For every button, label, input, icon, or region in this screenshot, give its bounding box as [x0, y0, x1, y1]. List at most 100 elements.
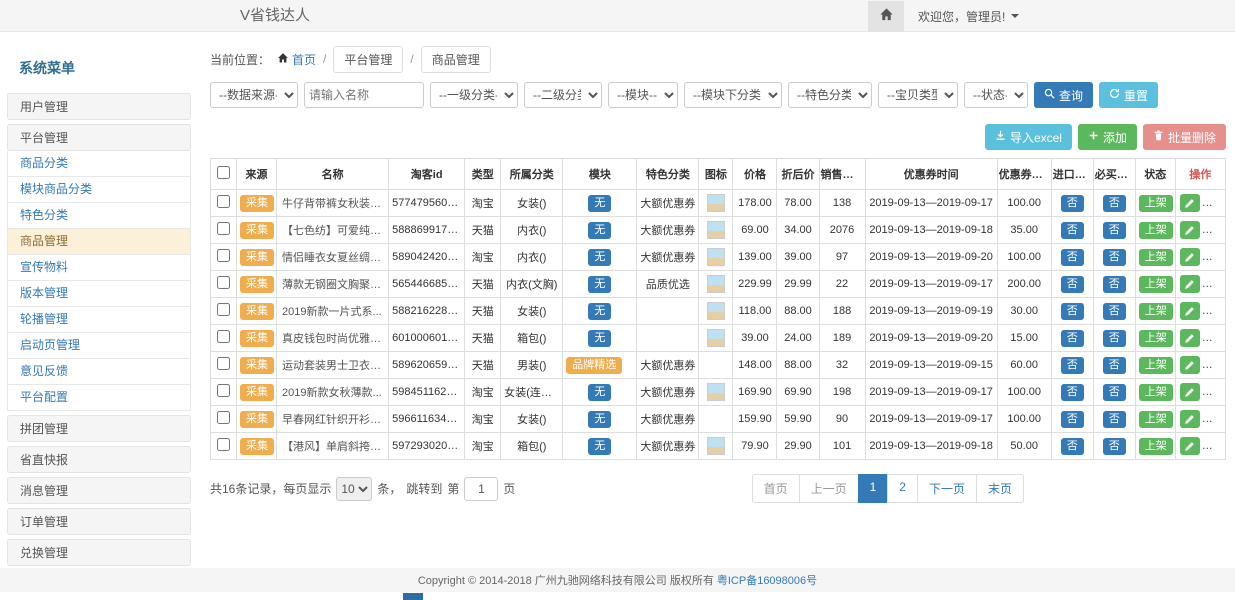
edit-button[interactable] [1180, 410, 1200, 428]
status-badge[interactable]: 上架 [1139, 222, 1173, 239]
must-buy-badge[interactable]: 否 [1103, 330, 1126, 347]
page-button[interactable]: 末页 [976, 474, 1024, 503]
filter-select[interactable]: --状态-- [964, 82, 1028, 108]
breadcrumb-item[interactable]: 平台管理 [333, 46, 403, 73]
status-badge[interactable]: 上架 [1139, 303, 1173, 320]
edit-button[interactable] [1180, 275, 1200, 293]
sidebar-item[interactable]: 用户管理 [7, 93, 191, 120]
breadcrumb-item[interactable]: 商品管理 [421, 46, 491, 73]
status-badge[interactable]: 上架 [1139, 330, 1173, 347]
sidebar-item[interactable]: 省直快报 [7, 446, 191, 473]
page-number-input[interactable] [464, 477, 498, 501]
row-checkbox[interactable] [217, 438, 230, 451]
icp-link[interactable]: 粤ICP备16098006号 [717, 572, 817, 588]
must-buy-badge[interactable]: 否 [1103, 276, 1126, 293]
sidebar-item[interactable]: 模块商品分类 [7, 177, 191, 203]
must-buy-badge[interactable]: 否 [1103, 222, 1126, 239]
import-select-badge[interactable]: 否 [1061, 384, 1084, 401]
per-page-select[interactable]: 10 [336, 477, 372, 501]
home-button[interactable] [868, 1, 904, 32]
breadcrumb-home[interactable]: 首页 [277, 51, 316, 68]
import-select-badge[interactable]: 否 [1061, 276, 1084, 293]
filter-select[interactable]: --二级分类-- [524, 82, 602, 108]
page-button[interactable]: 首页 [752, 474, 800, 503]
must-buy-badge[interactable]: 否 [1103, 249, 1126, 266]
sidebar-item[interactable]: 平台配置 [7, 385, 191, 411]
sidebar-item[interactable]: 轮播管理 [7, 307, 191, 333]
select-all-checkbox[interactable] [217, 166, 230, 179]
status-badge[interactable]: 上架 [1139, 357, 1173, 374]
import-select-badge[interactable]: 否 [1061, 222, 1084, 239]
status-badge[interactable]: 上架 [1139, 384, 1173, 401]
products-table: 来源名称淘客id类型所属分类模块特色分类图标价格折后价销售数量优惠券时间优惠券金… [210, 158, 1226, 460]
status-badge[interactable]: 上架 [1139, 195, 1173, 212]
row-checkbox[interactable] [217, 276, 230, 289]
data-source-select[interactable]: --数据来源-- [210, 82, 298, 108]
operations-cell [1175, 271, 1225, 298]
sidebar-item[interactable]: 消息管理 [7, 477, 191, 504]
filter-select[interactable]: --模块-- [608, 82, 678, 108]
must-buy-badge[interactable]: 否 [1103, 384, 1126, 401]
import-select-badge[interactable]: 否 [1061, 303, 1084, 320]
must-buy-badge[interactable]: 否 [1103, 195, 1126, 212]
row-checkbox[interactable] [217, 411, 230, 424]
edit-button[interactable] [1180, 302, 1200, 320]
filter-select[interactable]: --宝贝类型-- [878, 82, 958, 108]
import-select-badge[interactable]: 否 [1061, 195, 1084, 212]
import-select-badge[interactable]: 否 [1061, 249, 1084, 266]
add-button[interactable]: 添加 [1078, 124, 1137, 150]
edit-button[interactable] [1180, 383, 1200, 401]
status-badge[interactable]: 上架 [1139, 411, 1173, 428]
row-checkbox[interactable] [217, 195, 230, 208]
sidebar-item[interactable]: 商品分类 [7, 151, 191, 177]
must-buy-badge[interactable]: 否 [1103, 303, 1126, 320]
edit-button[interactable] [1180, 248, 1200, 266]
edit-button[interactable] [1180, 356, 1200, 374]
sidebar-item[interactable]: 平台管理 [7, 124, 191, 151]
import-select-badge[interactable]: 否 [1061, 411, 1084, 428]
must-buy-badge[interactable]: 否 [1103, 411, 1126, 428]
batch-delete-button[interactable]: 批量删除 [1143, 124, 1226, 150]
status-badge[interactable]: 上架 [1139, 438, 1173, 455]
edit-button[interactable] [1180, 329, 1200, 347]
sidebar-item[interactable]: 启动页管理 [7, 333, 191, 359]
must-buy-badge[interactable]: 否 [1103, 357, 1126, 374]
page-button[interactable]: 1 [858, 474, 889, 503]
row-checkbox[interactable] [217, 222, 230, 235]
row-checkbox[interactable] [217, 303, 230, 316]
sidebar-item[interactable]: 兑换管理 [7, 539, 191, 566]
page-button[interactable]: 2 [887, 474, 918, 503]
name-input[interactable] [304, 82, 424, 108]
sidebar-item[interactable]: 商品管理 [7, 229, 191, 255]
filter-select[interactable]: --一级分类-- [430, 82, 518, 108]
edit-button[interactable] [1180, 437, 1200, 455]
reset-button[interactable]: 重置 [1099, 82, 1158, 108]
sidebar-item[interactable]: 宣传物料 [7, 255, 191, 281]
row-checkbox[interactable] [217, 384, 230, 397]
status-badge[interactable]: 上架 [1139, 276, 1173, 293]
edit-button[interactable] [1180, 194, 1200, 212]
taoke-id: 596611634525 [389, 406, 465, 433]
status-badge[interactable]: 上架 [1139, 249, 1173, 266]
search-button[interactable]: 查询 [1034, 82, 1093, 108]
edit-button[interactable] [1180, 221, 1200, 239]
import-select-badge[interactable]: 否 [1061, 438, 1084, 455]
sidebar-item[interactable]: 拼团管理 [7, 415, 191, 442]
filter-select[interactable]: --模块下分类-- [684, 82, 782, 108]
sidebar-item[interactable]: 意见反馈 [7, 359, 191, 385]
row-checkbox[interactable] [217, 330, 230, 343]
must-buy-badge[interactable]: 否 [1103, 438, 1126, 455]
row-checkbox[interactable] [217, 357, 230, 370]
filter-select[interactable]: --特色分类-- [788, 82, 872, 108]
import-excel-button[interactable]: 导入excel [985, 124, 1072, 150]
sidebar-item[interactable]: 订单管理 [7, 508, 191, 535]
import-select-badge[interactable]: 否 [1061, 330, 1084, 347]
page-button[interactable]: 下一页 [917, 474, 977, 503]
sidebar-item[interactable]: 版本管理 [7, 281, 191, 307]
sidebar-item[interactable]: 特色分类 [7, 203, 191, 229]
import-select-badge[interactable]: 否 [1061, 357, 1084, 374]
product-image [707, 194, 725, 212]
user-menu[interactable]: 欢迎您，管理员! [918, 8, 1019, 25]
page-button[interactable]: 上一页 [799, 474, 859, 503]
row-checkbox[interactable] [217, 249, 230, 262]
